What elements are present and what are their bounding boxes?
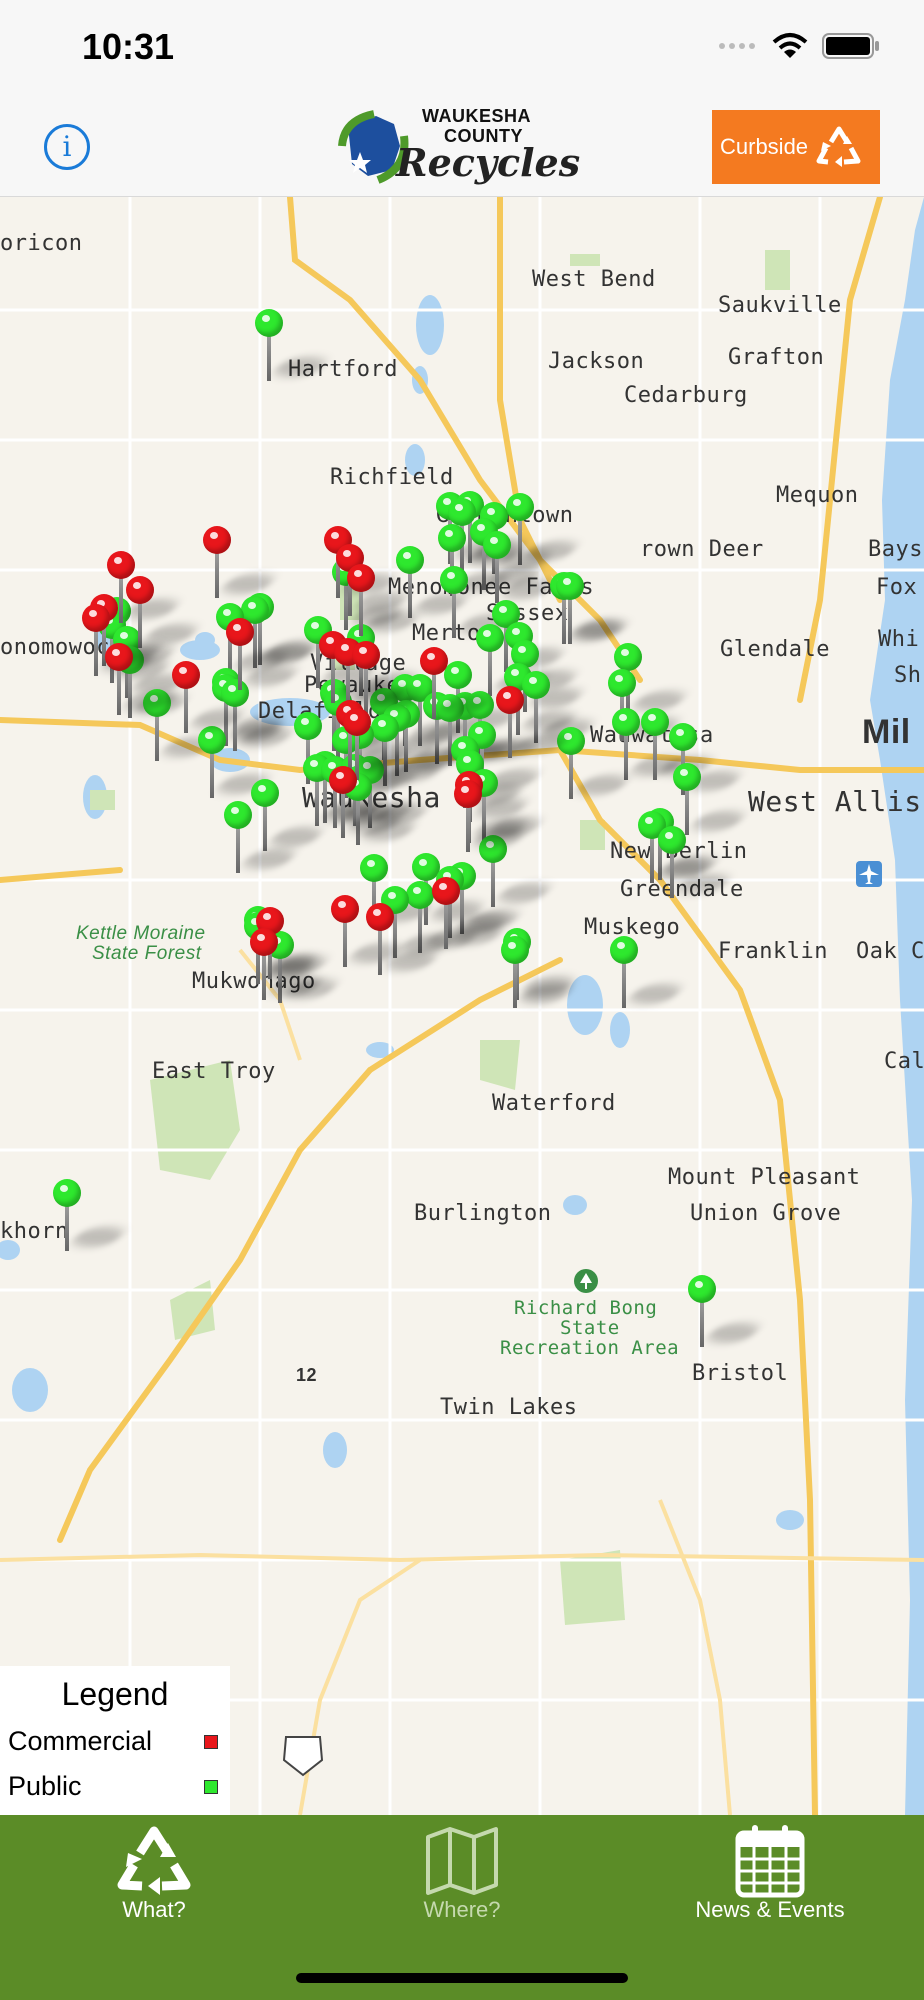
map-label-jackson: Jackson xyxy=(548,349,645,374)
map-label-east-troy: East Troy xyxy=(152,1059,276,1084)
map-label-glendale: Glendale xyxy=(720,637,830,662)
legend-public-label: Public xyxy=(8,1771,82,1801)
map-label-west-bend: West Bend xyxy=(532,267,656,292)
map-label-twin-lakes: Twin Lakes xyxy=(440,1395,578,1420)
curbside-button[interactable]: Curbside xyxy=(712,110,880,184)
map-label-oricon: oricon xyxy=(0,231,83,256)
map-label-richard-bong-1: Richard Bong xyxy=(514,1297,658,1319)
map-label-brown-deer: rown Deer xyxy=(640,537,764,562)
calendar-icon xyxy=(735,1825,805,1898)
map-label-burlington: Burlington xyxy=(414,1201,552,1226)
cellular-signal-icon xyxy=(719,43,755,49)
map-legend: Legend Commercial Public xyxy=(0,1666,230,1816)
map-label-cal: Cal xyxy=(884,1049,924,1074)
status-time: 10:31 xyxy=(82,26,175,67)
map-label-richfield: Richfield xyxy=(330,465,454,490)
map-label-franklin: Franklin xyxy=(718,939,828,964)
airport-icon xyxy=(856,861,882,887)
curbside-label: Curbside xyxy=(720,134,809,159)
map-label-bays: Bays xyxy=(868,537,923,562)
tab-news-events[interactable]: News & Events xyxy=(616,1815,924,1935)
map-label-west-allis: West Allis xyxy=(748,785,922,818)
tab-what-label: What? xyxy=(122,1897,186,1922)
recycling-locations-map[interactable]: oricon West Bend Saukville Hartford Jack… xyxy=(0,197,924,1815)
map-base xyxy=(0,197,924,1815)
wifi-icon xyxy=(772,33,808,58)
map-label-richard-bong-3: Recreation Area xyxy=(500,1337,680,1359)
map-label-elkhorn: khorn xyxy=(0,1219,69,1244)
legend-row-commercial: Commercial xyxy=(8,1726,218,1757)
map-label-bristol: Bristol xyxy=(692,1361,789,1386)
legend-row-public: Public xyxy=(8,1771,218,1802)
map-label-saukville: Saukville xyxy=(718,293,842,318)
legend-title: Legend xyxy=(61,1676,169,1712)
waukesha-county-recycles-logo: WAUKESHA COUNTY Recycles xyxy=(334,100,590,196)
map-label-oak-creek: Oak C xyxy=(856,939,924,964)
map-icon xyxy=(426,1827,498,1895)
legend-commercial-label: Commercial xyxy=(8,1726,153,1756)
park-icon xyxy=(574,1269,598,1293)
legend-commercial-swatch xyxy=(204,1735,218,1749)
map-label-sh: Sh xyxy=(894,663,922,688)
legend-public-swatch xyxy=(204,1780,218,1794)
map-label-waterford: Waterford xyxy=(492,1091,616,1116)
tab-where[interactable]: Where? xyxy=(308,1815,616,1935)
map-label-fox: Fox xyxy=(876,575,918,600)
tab-where-label: Where? xyxy=(423,1897,501,1922)
info-button[interactable]: i xyxy=(44,124,90,170)
map-label-richard-bong-2: State xyxy=(560,1317,620,1339)
map-label-muskego: Muskego xyxy=(584,915,681,940)
recycle-icon xyxy=(117,1826,191,1895)
map-label-whi: Whi xyxy=(878,627,920,652)
home-indicator xyxy=(296,1973,628,1983)
map-label-kettle-moraine-1: Kettle Moraine xyxy=(76,923,206,944)
map-label-grafton: Grafton xyxy=(728,345,825,370)
map-label-milwaukee: Mil xyxy=(862,713,911,751)
tab-news-events-label: News & Events xyxy=(695,1897,845,1922)
status-icons xyxy=(718,32,880,60)
tab-what[interactable]: What? xyxy=(0,1815,308,1935)
map-label-mequon: Mequon xyxy=(776,483,859,508)
map-label-cedarburg: Cedarburg xyxy=(624,383,748,408)
status-bar: 10:31 xyxy=(0,0,924,100)
logo-line-1: WAUKESHA xyxy=(422,106,532,126)
logo-title: Recycles xyxy=(396,140,581,185)
info-icon: i xyxy=(62,130,72,163)
map-label-mount-pleasant: Mount Pleasant xyxy=(668,1165,861,1190)
navigation-bar: i WAUKESHA COUNTY Recycles Curbside xyxy=(0,100,924,197)
recycle-icon xyxy=(816,126,861,167)
map-label-kettle-moraine-2: State Forest xyxy=(92,943,202,964)
map-label-union-grove: Union Grove xyxy=(690,1201,842,1226)
route-12-shield-label: 12 xyxy=(296,1365,318,1385)
battery-icon xyxy=(822,33,879,59)
